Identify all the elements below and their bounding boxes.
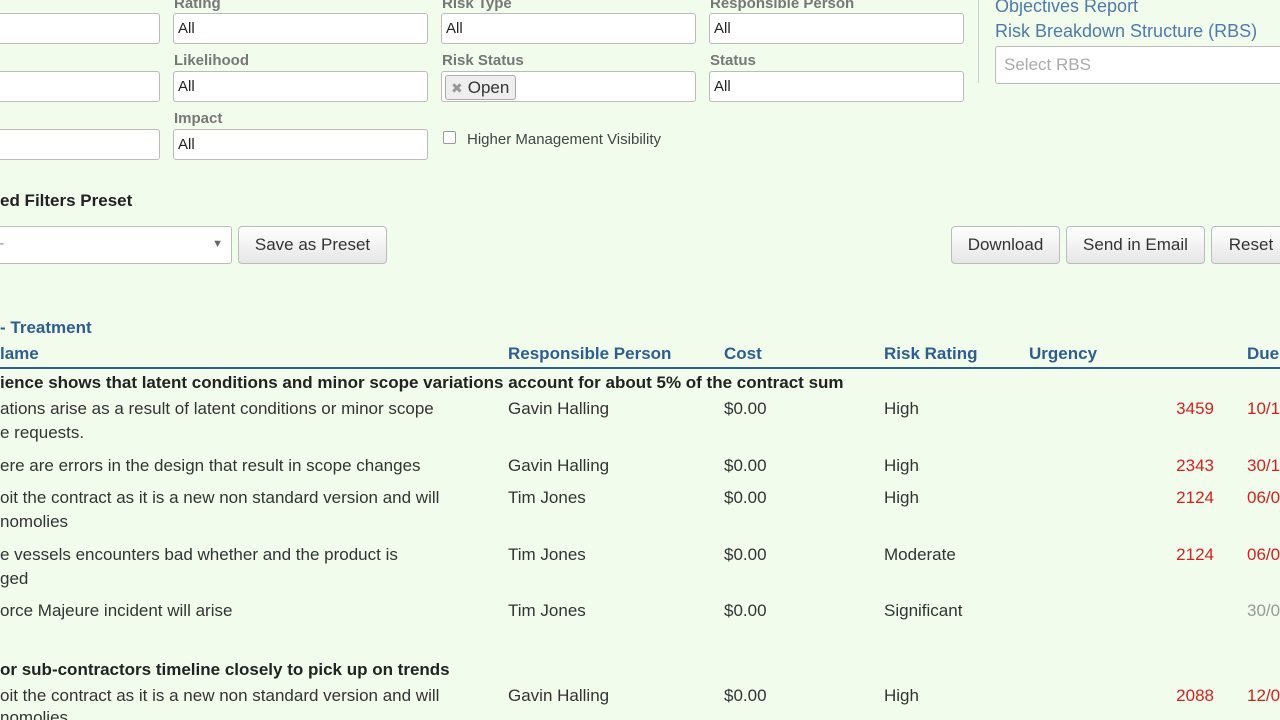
- row-name: oit the contract as it is a new non stan…: [0, 686, 440, 705]
- row-urgency: 2088: [1176, 686, 1214, 705]
- row-name: orce Majeure incident will arise: [0, 601, 233, 620]
- row-cost: $0.00: [724, 601, 767, 620]
- row-name: oit the contract as it is a new non stan…: [0, 488, 440, 507]
- group-title: or sub-contractors timeline closely to p…: [0, 660, 450, 679]
- row-rating: Significant: [884, 601, 963, 620]
- send-in-email-button[interactable]: Send in Email: [1066, 226, 1205, 264]
- status-value: All: [714, 78, 731, 95]
- rating-value: All: [178, 20, 195, 37]
- remove-tag-icon[interactable]: ✖: [451, 80, 463, 96]
- column-header-responsible-person[interactable]: Responsible Person: [508, 344, 671, 364]
- row-urgency: 2343: [1176, 456, 1214, 475]
- row-rating: High: [884, 488, 919, 507]
- row-name-cont: nomolies: [0, 512, 69, 531]
- rating-label: Rating: [174, 0, 221, 12]
- risk-type-value: All: [446, 20, 463, 37]
- higher-management-visibility-label: Higher Management Visibility: [467, 131, 661, 148]
- row-name: ations arise as a result of latent condi…: [0, 399, 434, 418]
- column-header-cost[interactable]: Cost: [724, 344, 762, 364]
- status-label: Status: [710, 52, 756, 69]
- column-header-risk-rating[interactable]: Risk Rating: [884, 344, 978, 364]
- row-rating: High: [884, 456, 919, 475]
- save-as-preset-button[interactable]: Save as Preset: [238, 226, 387, 264]
- row-rating: Moderate: [884, 545, 956, 564]
- header-underline: [0, 367, 1280, 369]
- row-name: ere are errors in the design that result…: [0, 456, 421, 475]
- row-due: 30/1: [1247, 456, 1280, 475]
- row-responsible: Tim Jones: [508, 601, 586, 620]
- likelihood-value: All: [178, 78, 195, 95]
- impact-label: Impact: [174, 110, 223, 127]
- group-title: ience shows that latent conditions and m…: [0, 373, 844, 392]
- row-cost: $0.00: [724, 488, 767, 507]
- row-cost: $0.00: [724, 545, 767, 564]
- row-urgency: 2124: [1176, 545, 1214, 564]
- preset-select[interactable]: - ▼: [0, 226, 232, 264]
- saved-filters-preset-title: ed Filters Preset: [0, 191, 133, 210]
- section-title: - Treatment: [0, 318, 92, 337]
- higher-management-visibility-checkbox[interactable]: [443, 131, 456, 144]
- rbs-label: Risk Breakdown Structure (RBS): [995, 21, 1258, 41]
- filter-select-col0-1[interactable]: [0, 13, 160, 44]
- row-cost: $0.00: [724, 456, 767, 475]
- status-select[interactable]: All: [709, 71, 964, 102]
- row-cost: $0.00: [724, 686, 767, 705]
- reset-button[interactable]: Reset: [1211, 226, 1280, 264]
- download-button[interactable]: Download: [951, 226, 1060, 264]
- row-name-cont: e requests.: [0, 423, 85, 442]
- row-name-cont: nomolies: [0, 708, 69, 720]
- rbs-placeholder: Select RBS: [1004, 55, 1091, 74]
- column-header-name[interactable]: lame: [0, 344, 39, 364]
- filter-select-col0-2[interactable]: [0, 71, 160, 102]
- column-header-due[interactable]: Due: [1247, 344, 1279, 364]
- row-due: 12/0: [1247, 686, 1280, 705]
- filter-select-col0-3[interactable]: [0, 129, 160, 160]
- row-rating: High: [884, 399, 919, 418]
- risk-status-label: Risk Status: [442, 52, 524, 69]
- row-urgency: 3459: [1176, 399, 1214, 418]
- row-name: e vessels encounters bad whether and the…: [0, 545, 398, 564]
- responsible-person-select[interactable]: All: [709, 13, 964, 44]
- risk-status-tag-label: Open: [467, 78, 510, 97]
- risk-status-multiselect[interactable]: ✖ Open: [441, 71, 696, 102]
- risk-type-label: Risk Type: [442, 0, 512, 12]
- column-header-urgency[interactable]: Urgency: [1029, 344, 1097, 364]
- responsible-person-value: All: [714, 20, 731, 37]
- row-due: 10/1: [1247, 399, 1280, 418]
- impact-value: All: [178, 136, 195, 153]
- row-urgency: 2124: [1176, 488, 1214, 507]
- row-responsible: Tim Jones: [508, 488, 586, 507]
- row-due: 30/0: [1247, 601, 1280, 620]
- rbs-select[interactable]: Select RBS: [995, 46, 1280, 84]
- risk-type-select[interactable]: All: [441, 13, 696, 44]
- dropdown-arrow-icon: ▼: [212, 238, 223, 250]
- row-due: 06/0: [1247, 488, 1280, 507]
- row-cost: $0.00: [724, 399, 767, 418]
- row-due: 06/0: [1247, 545, 1280, 564]
- row-responsible: Tim Jones: [508, 545, 586, 564]
- preset-select-value: -: [0, 235, 4, 252]
- rating-select[interactable]: All: [173, 13, 428, 44]
- row-rating: High: [884, 686, 919, 705]
- row-responsible: Gavin Halling: [508, 456, 610, 475]
- row-responsible: Gavin Halling: [508, 686, 610, 705]
- objectives-report-link[interactable]: Objectives Report: [995, 0, 1138, 17]
- row-name-cont: ged: [0, 569, 29, 588]
- impact-select[interactable]: All: [173, 129, 428, 160]
- responsible-person-label: Responsible Person: [710, 0, 855, 12]
- column-divider: [978, 0, 979, 83]
- row-responsible: Gavin Halling: [508, 399, 610, 418]
- likelihood-label: Likelihood: [174, 52, 249, 69]
- risk-status-tag: ✖ Open: [445, 75, 517, 100]
- likelihood-select[interactable]: All: [173, 71, 428, 102]
